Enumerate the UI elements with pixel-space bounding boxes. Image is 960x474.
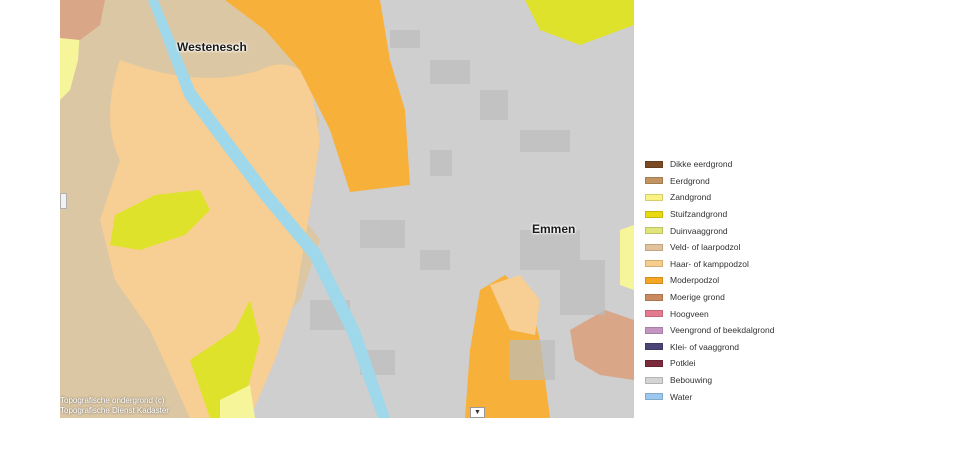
legend-swatch (645, 293, 663, 301)
legend-swatch (645, 376, 663, 384)
legend-item: Klei- of vaaggrond (645, 339, 815, 356)
legend-swatch (645, 227, 663, 235)
place-label-emmen: Emmen (532, 222, 576, 236)
legend-swatch (645, 343, 663, 351)
map-dropdown-toggle[interactable]: ▼ (470, 407, 485, 418)
legend-label: Bebouwing (670, 375, 713, 386)
legend-item: Hoogveen (645, 305, 815, 322)
legend-item: Moerige grond (645, 289, 815, 306)
legend-item: Potklei (645, 355, 815, 372)
legend-swatch (645, 193, 663, 201)
sand-soil-region-east (620, 225, 634, 290)
legend-label: Stuifzandgrond (670, 209, 728, 220)
legend-swatch (645, 359, 663, 367)
legend-item: Dikke eerdgrond (645, 156, 815, 173)
legend-label: Haar- of kamppodzol (670, 258, 749, 269)
soil-map[interactable]: Westenesch Emmen ▼ Topografische ondergr… (60, 0, 634, 418)
legend-label: Duinvaaggrond (670, 225, 728, 236)
legend-item: Duinvaaggrond (645, 222, 815, 239)
soil-map-canvas (60, 0, 634, 418)
legend-swatch (645, 177, 663, 185)
legend-swatch (645, 310, 663, 318)
legend-swatch (645, 326, 663, 334)
legend-label: Veengrond of beekdalgrond (670, 325, 775, 336)
legend-item: Stuifzandgrond (645, 206, 815, 223)
legend-item: Eerdgrond (645, 173, 815, 190)
legend-item: Veld- of laarpodzol (645, 239, 815, 256)
legend-label: Veld- of laarpodzol (670, 242, 741, 253)
legend-item: Zandgrond (645, 189, 815, 206)
legend-label: Water (670, 391, 693, 402)
map-side-handle[interactable] (60, 193, 67, 209)
legend-label: Moerige grond (670, 292, 725, 303)
legend-label: Moderpodzol (670, 275, 720, 286)
legend-swatch (645, 260, 663, 268)
attribution-line: Topografische ondergrond (c) (60, 396, 165, 405)
legend-item: Moderpodzol (645, 272, 815, 289)
place-label-westenesch: Westenesch (177, 40, 247, 54)
legend-swatch (645, 160, 663, 168)
legend-item: Veengrond of beekdalgrond (645, 322, 815, 339)
legend-label: Dikke eerdgrond (670, 159, 733, 170)
legend-label: Klei- of vaaggrond (670, 341, 739, 352)
legend-item: Water (645, 388, 815, 405)
chevron-down-icon: ▼ (474, 409, 481, 416)
legend-swatch (645, 276, 663, 284)
legend-item: Haar- of kamppodzol (645, 256, 815, 273)
map-attribution: Topografische ondergrond (c) Topografisc… (60, 396, 169, 416)
attribution-line: Topografische Dienst Kadaster (60, 406, 169, 415)
legend-label: Hoogveen (670, 308, 709, 319)
legend-item: Bebouwing (645, 372, 815, 389)
legend-label: Eerdgrond (670, 175, 710, 186)
legend-label: Zandgrond (670, 192, 712, 203)
legend-swatch (645, 243, 663, 251)
legend-swatch (645, 210, 663, 218)
soil-legend: Dikke eerdgrond Eerdgrond Zandgrond Stuifza… (645, 156, 815, 405)
legend-swatch (645, 393, 663, 401)
legend-label: Potklei (670, 358, 696, 369)
